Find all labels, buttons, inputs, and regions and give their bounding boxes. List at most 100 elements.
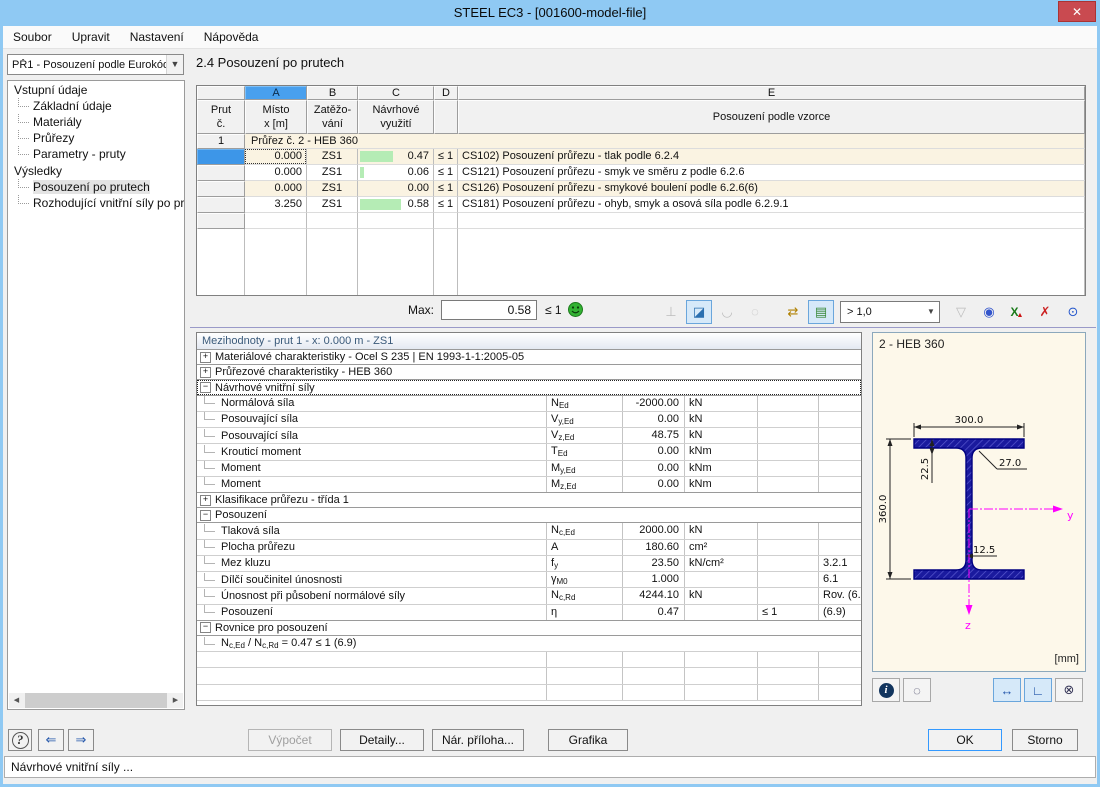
cell-formula[interactable]: CS181) Posouzení průřezu - ohyb, smyk a … — [458, 197, 1085, 213]
section-group-row[interactable]: 1Průřez č. 2 - HEB 360 — [197, 134, 1085, 149]
header-ratio[interactable]: Návrhovévyužití — [358, 100, 434, 134]
cell-design-ratio[interactable]: 0.00 — [358, 181, 434, 197]
collapse-icon[interactable]: − — [200, 510, 211, 521]
scrollbar-thumb[interactable] — [25, 693, 167, 708]
result-diagram-icon[interactable]: ◪ — [686, 300, 712, 324]
result-smooth-icon[interactable]: ◡ — [714, 300, 740, 324]
filter-icon[interactable]: ▽ — [948, 300, 974, 324]
expand-icon[interactable]: + — [200, 367, 211, 378]
row-selector[interactable] — [197, 181, 245, 197]
info-button[interactable]: i — [872, 678, 900, 702]
previous-module-button[interactable]: ⇐ — [38, 729, 64, 751]
zoom-reset-button[interactable]: ⊗ — [1055, 678, 1083, 702]
render-transparency-button[interactable]: ◌ — [903, 678, 931, 702]
header-location[interactable]: Místox [m] — [245, 100, 307, 134]
menu-nastaveni[interactable]: Nastavení — [120, 27, 194, 48]
sidebar-item-materialy[interactable]: Materiály — [18, 114, 184, 130]
member-number-cell[interactable]: 1 — [197, 134, 245, 149]
dimensions-toggle-button[interactable]: ↔ — [993, 678, 1021, 702]
column-letter-b[interactable]: B — [307, 86, 358, 100]
sidebar-item-posouzeni-po-prutech[interactable]: Posouzení po prutech — [18, 179, 184, 195]
cell-location[interactable]: 3.250 — [245, 197, 307, 213]
ok-button[interactable]: OK — [928, 729, 1002, 751]
detail-group-rovnice-pro-posouzeni[interactable]: −Rovnice pro posouzení — [197, 620, 861, 636]
scroll-right-icon[interactable]: ▶ — [168, 693, 183, 708]
cell-location[interactable]: 0.000 — [245, 181, 307, 197]
sidebar-item-zakladni-udaje[interactable]: Základní údaje — [18, 98, 184, 114]
row-selector[interactable] — [197, 149, 245, 165]
result-row[interactable]: 0.000ZS10.47≤ 1CS102) Posouzení průřezu … — [197, 149, 1085, 165]
filter-dropdown[interactable]: > 1,0 ▼ — [840, 301, 940, 323]
result-jump-icon[interactable]: ⊥ — [658, 300, 684, 324]
national-annex-button[interactable]: Nár. příloha... — [432, 729, 524, 751]
cell-formula[interactable]: CS121) Posouzení průřezu - smyk ve směru… — [458, 165, 1085, 181]
menu-soubor[interactable]: Soubor — [3, 27, 62, 48]
cell-location[interactable]: 0.000 — [245, 165, 307, 181]
sidebar-item-prurezy[interactable]: Průřezy — [18, 130, 184, 146]
header-formula[interactable]: Posouzení podle vzorce — [458, 100, 1085, 134]
pane-splitter[interactable] — [190, 327, 1096, 328]
detail-group-materialove-charakteristiky-ocel-s-235-en-1993-1-1-2005-05[interactable]: +Materiálové charakteristiky - Ocel S 23… — [197, 349, 861, 365]
cell-loading[interactable]: ZS1 — [307, 197, 358, 213]
column-letter-d[interactable]: D — [434, 86, 458, 100]
expand-icon[interactable]: + — [200, 495, 211, 506]
result-transparency-icon[interactable]: ◌ — [742, 300, 768, 324]
expand-icon[interactable]: + — [200, 352, 211, 363]
menu-upravit[interactable]: Upravit — [62, 27, 120, 48]
header-member[interactable]: Prutč. — [197, 100, 245, 134]
next-module-button[interactable]: ⇒ — [68, 729, 94, 751]
visibility-icon[interactable]: ⊙ — [1060, 300, 1086, 324]
navigator-h-scrollbar[interactable]: ◀ ▶ — [9, 693, 183, 708]
relation-scales-icon[interactable]: ⇄ — [780, 300, 806, 324]
detail-group-prurezove-charakteristiky-heb-360[interactable]: +Průřezové charakteristiky - HEB 360 — [197, 364, 861, 380]
row-selector[interactable] — [197, 197, 245, 213]
tree-branch-line — [204, 477, 215, 485]
sidebar-item-parametry-pruty[interactable]: Parametry - pruty — [18, 146, 184, 162]
arrow-left-icon: ⇐ — [46, 732, 57, 748]
details-button[interactable]: Detaily... — [340, 729, 424, 751]
collapse-icon[interactable]: − — [200, 622, 211, 633]
chevron-down-icon[interactable]: ▼ — [923, 307, 939, 316]
close-button[interactable]: ✕ — [1058, 1, 1096, 22]
chevron-down-icon[interactable]: ▼ — [166, 55, 183, 74]
graphic-button[interactable]: Grafika — [548, 729, 628, 751]
detail-group-posouzeni[interactable]: −Posouzení — [197, 507, 861, 523]
design-case-dropdown[interactable]: PŘ1 - Posouzení podle Eurokódu ▼ — [7, 54, 184, 75]
cell-design-ratio[interactable]: 0.58 — [358, 197, 434, 213]
cell-loading[interactable]: ZS1 — [307, 181, 358, 197]
cell-design-ratio[interactable]: 0.47 — [358, 149, 434, 165]
cancel-button[interactable]: Storno — [1012, 729, 1078, 751]
scroll-left-icon[interactable]: ◀ — [9, 693, 24, 708]
header-loading[interactable]: Zatěžo-vání — [307, 100, 358, 134]
detail-group-navrhove-vnitrni-sily[interactable]: −Návrhové vnitřní síly — [197, 379, 861, 395]
colored-scale-icon[interactable]: ▤ — [808, 300, 834, 324]
cell-formula[interactable]: CS126) Posouzení průřezu - smykové boule… — [458, 181, 1085, 197]
collapse-icon[interactable]: − — [200, 382, 211, 393]
cell-design-ratio[interactable]: 0.06 — [358, 165, 434, 181]
row-selector[interactable] — [197, 165, 245, 181]
result-row[interactable]: 0.000ZS10.00≤ 1CS126) Posouzení průřezu … — [197, 181, 1085, 197]
menu-napoveda[interactable]: Nápověda — [194, 27, 269, 48]
tree-group-vstupni-udaje[interactable]: Vstupní údaje — [8, 81, 184, 98]
sidebar-item-rozhodujici-vnitrni-sily-po-prute[interactable]: Rozhodující vnitřní síly po prute — [18, 195, 184, 211]
cell-loading[interactable]: ZS1 — [307, 149, 358, 165]
detail-value: 0.47 — [623, 605, 685, 620]
result-row[interactable]: 3.250ZS10.58≤ 1CS181) Posouzení průřezu … — [197, 197, 1085, 213]
deselect-icon[interactable]: ✗ — [1032, 300, 1058, 324]
detail-group-klasifikace-prurezu-trida-1[interactable]: +Klasifikace průřezu - třída 1 — [197, 492, 861, 508]
corner-header-cell[interactable] — [197, 86, 245, 100]
column-letter-c[interactable]: C — [358, 86, 434, 100]
detail-limit — [758, 588, 819, 603]
display-properties-icon[interactable]: ◉ — [976, 300, 1002, 324]
axes-toggle-button[interactable]: ∟ — [1024, 678, 1052, 702]
cell-loading[interactable]: ZS1 — [307, 165, 358, 181]
result-row[interactable]: 0.000ZS10.06≤ 1CS121) Posouzení průřezu … — [197, 165, 1085, 181]
cell-location[interactable]: 0.000 — [245, 149, 307, 165]
help-button[interactable]: ? — [8, 729, 32, 751]
column-letter-a[interactable]: A — [245, 86, 307, 100]
cell-formula[interactable]: CS102) Posouzení průřezu - tlak podle 6.… — [458, 149, 1085, 165]
header-blank[interactable] — [434, 100, 458, 134]
tree-group-vysledky[interactable]: Výsledky — [8, 162, 184, 179]
column-letter-e[interactable]: E — [458, 86, 1085, 100]
excel-export-icon[interactable]: X▲ — [1004, 300, 1030, 324]
